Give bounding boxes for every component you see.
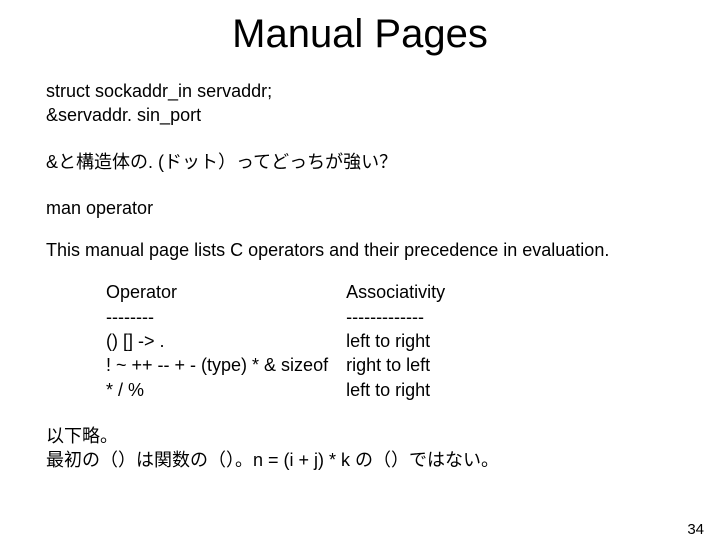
table-cell: left to right (346, 329, 463, 353)
table-row: () [] -> . left to right (106, 329, 463, 353)
intro-line: This manual page lists C operators and t… (46, 238, 674, 262)
table-cell: * / % (106, 378, 346, 402)
table-cell: right to left (346, 353, 463, 377)
table-row: * / % left to right (106, 378, 463, 402)
table-header-cell: Operator (106, 280, 346, 304)
table-row: -------- ------------- (106, 305, 463, 329)
table-cell: ! ~ ++ -- + - (type) * & sizeof (106, 353, 346, 377)
table-row: Operator Associativity (106, 280, 463, 304)
command-line: man operator (46, 196, 674, 220)
code-line: &servaddr. sin_port (46, 103, 674, 127)
table-cell: () [] -> . (106, 329, 346, 353)
table-cell: left to right (346, 378, 463, 402)
slide: Manual Pages struct sockaddr_in servaddr… (0, 12, 720, 540)
table-header-cell: Associativity (346, 280, 463, 304)
slide-body: struct sockaddr_in servaddr; &servaddr. … (0, 79, 720, 473)
table-cell: ------------- (346, 305, 463, 329)
table-row: ! ~ ++ -- + - (type) * & sizeof right to… (106, 353, 463, 377)
footer-line: 最初の（）は関数の（）。n = (i + j) * k の（）ではない。 (46, 448, 674, 472)
question-line: &と構造体の. (ドット）ってどっちが強い？ (46, 150, 674, 174)
operator-table: Operator Associativity -------- --------… (106, 280, 463, 401)
code-line: struct sockaddr_in servaddr; (46, 79, 674, 103)
page-number: 34 (687, 521, 704, 538)
footer-line: 以下略。 (46, 424, 674, 448)
table-cell: -------- (106, 305, 346, 329)
page-title: Manual Pages (0, 12, 720, 57)
